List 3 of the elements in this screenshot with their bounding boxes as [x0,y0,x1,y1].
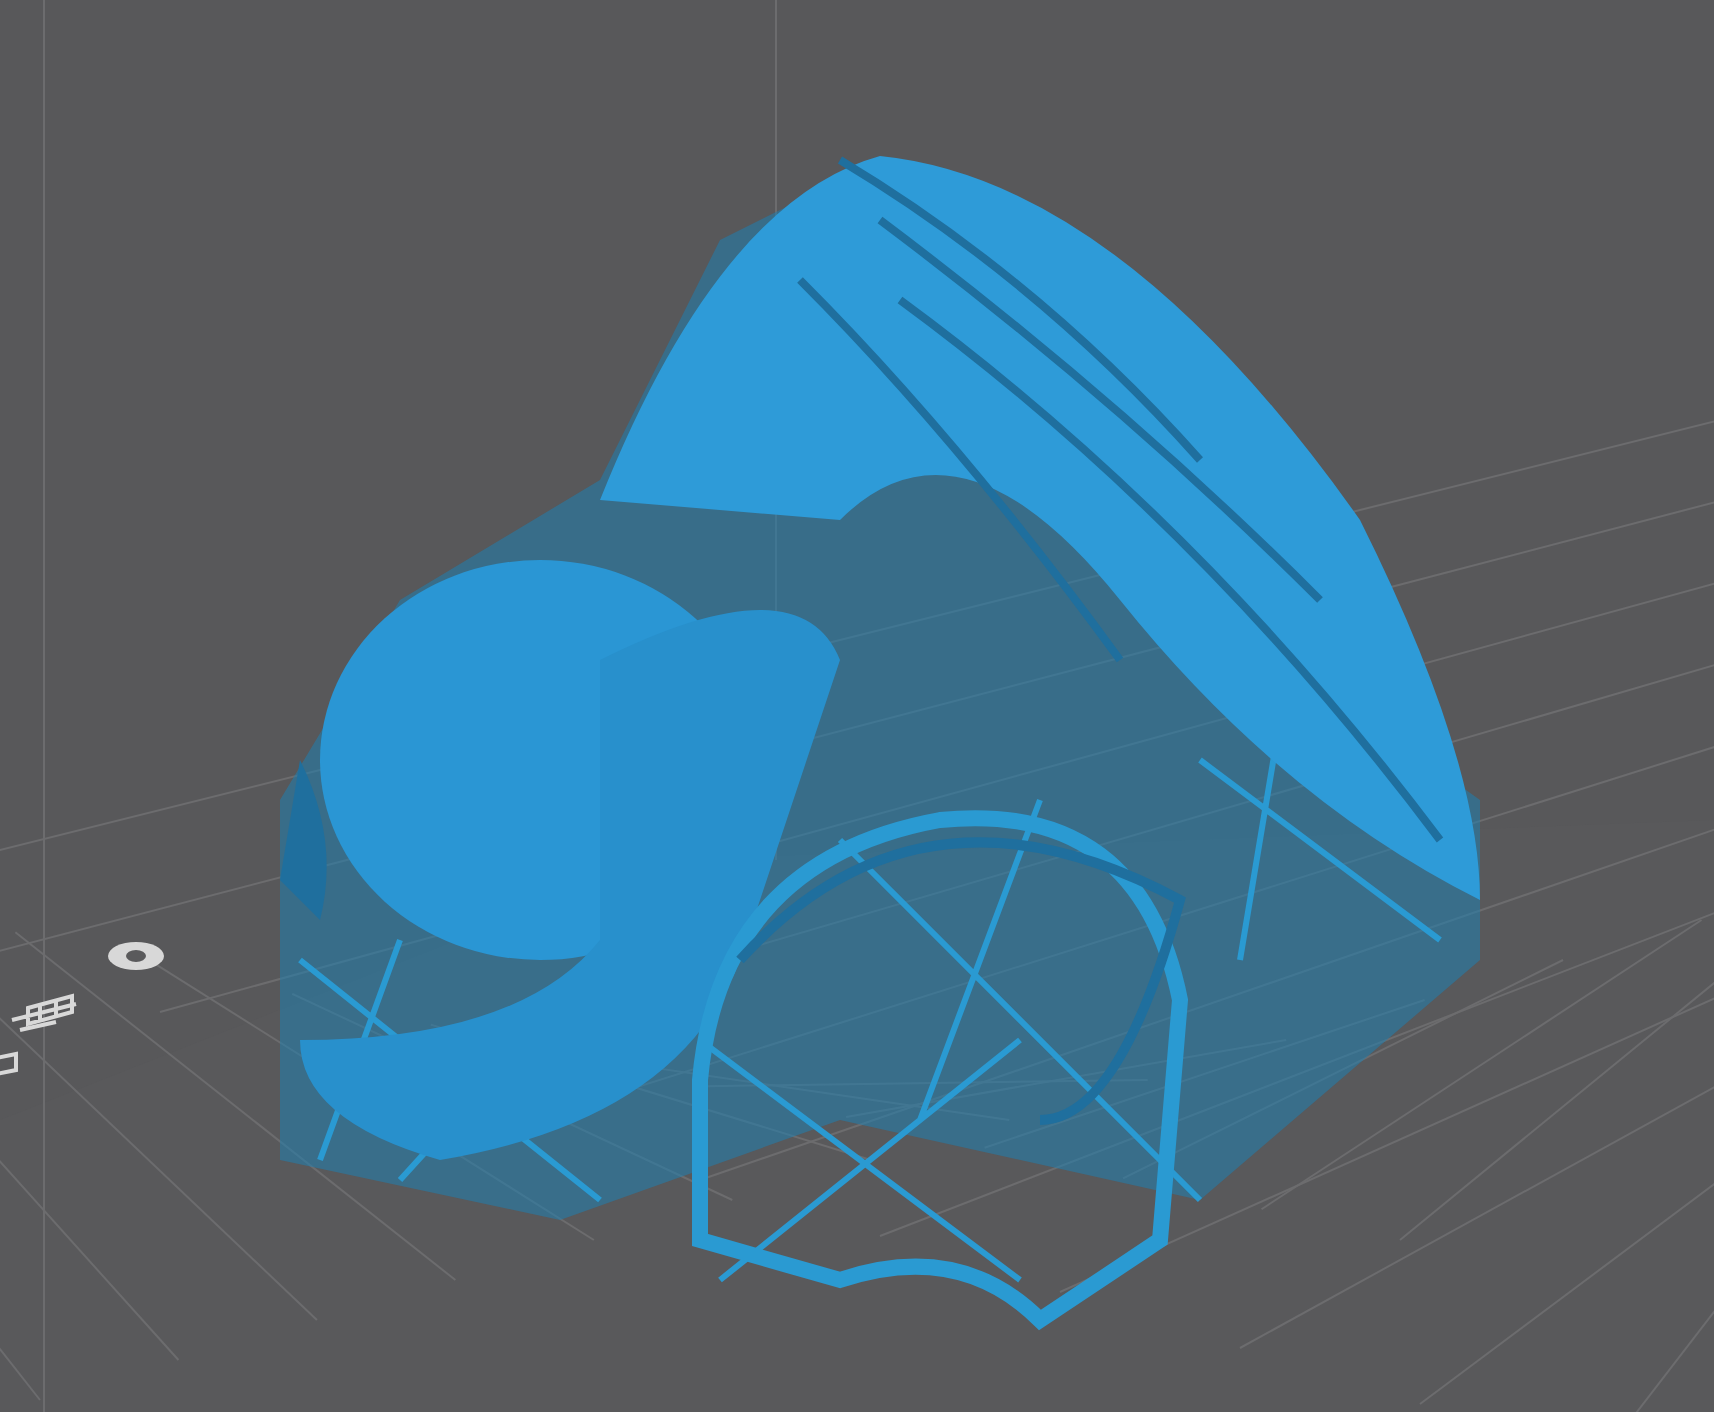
list-icon [10,993,78,1032]
eye-icon [108,942,164,970]
viewport-canvas[interactable] [0,0,1714,1412]
